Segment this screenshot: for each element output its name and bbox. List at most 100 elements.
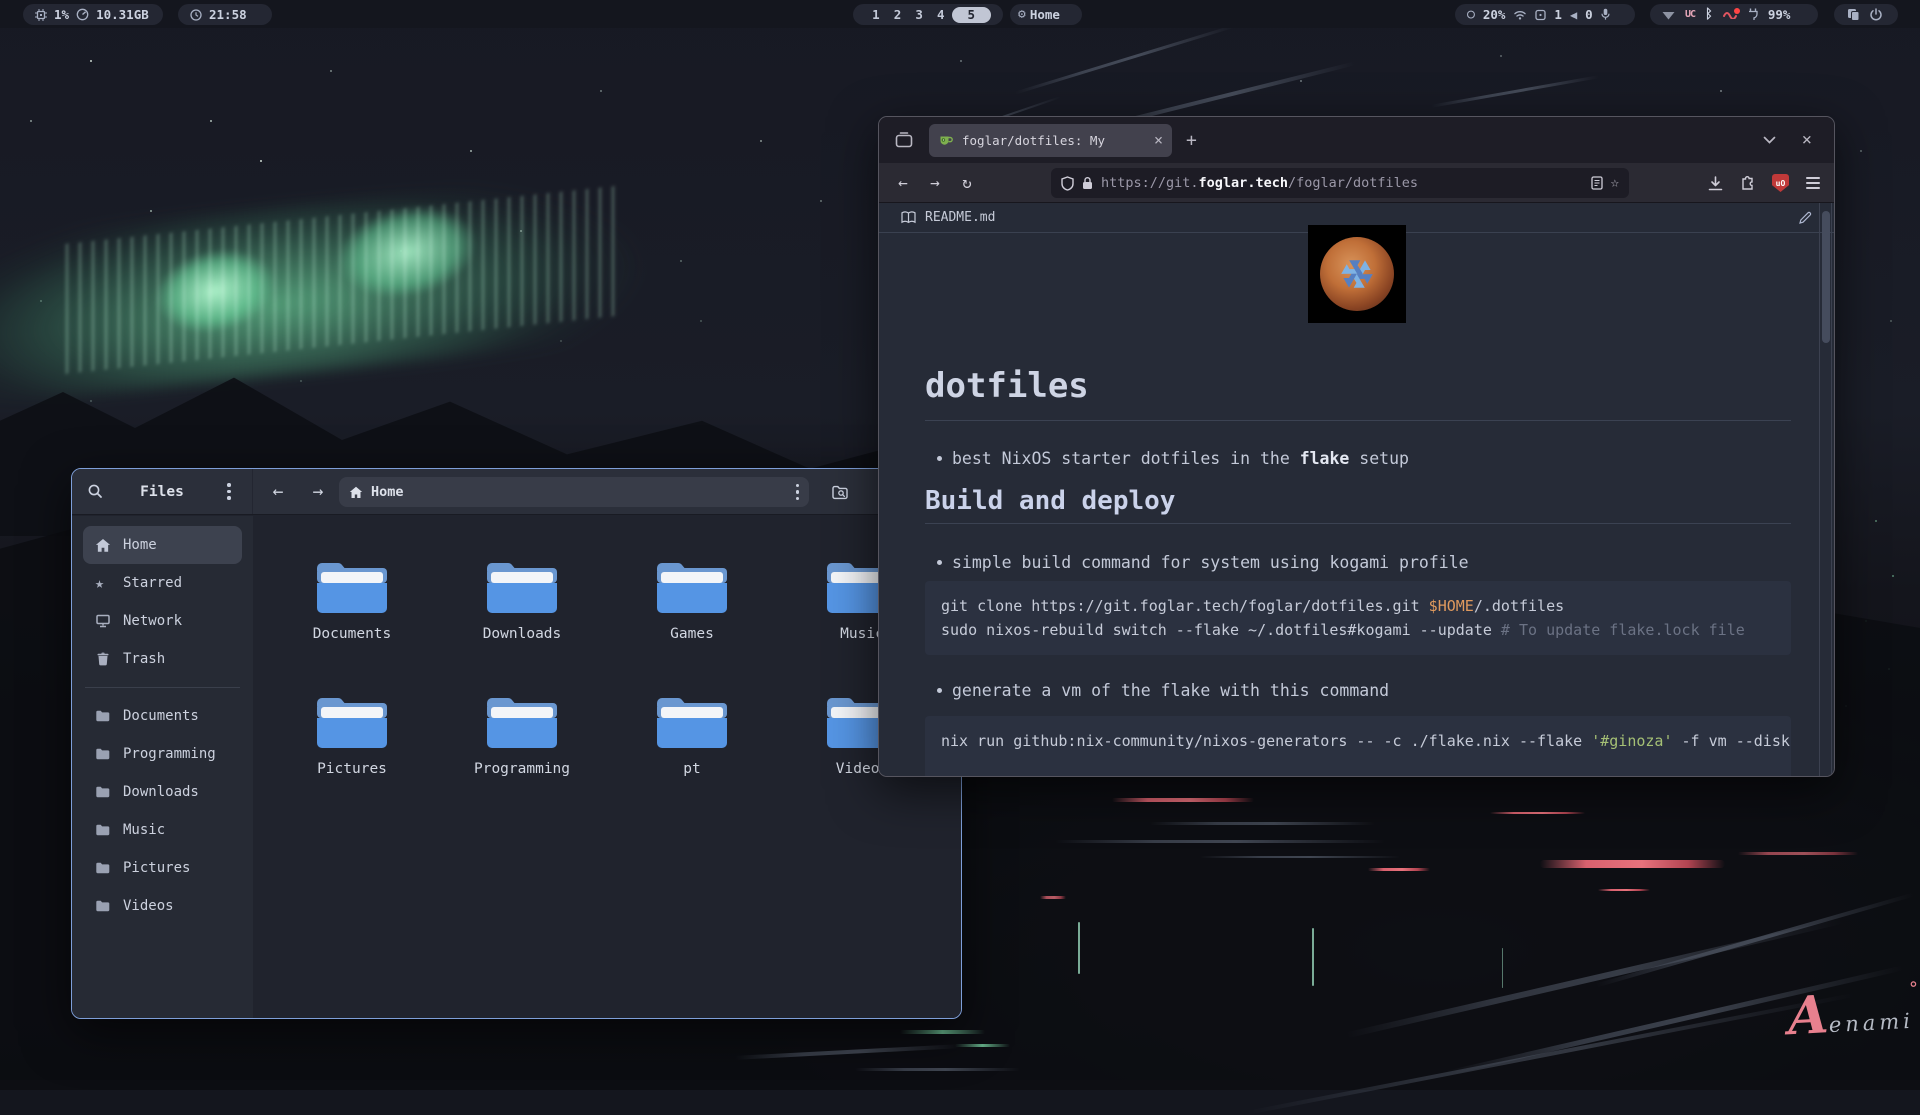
status-pill-left: ○ 20% 1 ◀ 0 [1455,4,1635,25]
green-dash [900,1030,985,1034]
sidebar-item-trash[interactable]: Trash [83,640,242,678]
power-icon[interactable] [1870,8,1882,21]
folder-programming[interactable]: Programming [447,691,597,777]
cpu-icon [35,9,47,21]
sidebar-item-pictures[interactable]: Pictures [83,849,242,887]
readme-filename: README.md [925,210,995,225]
reader-mode-icon[interactable] [1591,176,1603,190]
notification-icon[interactable] [1535,9,1546,21]
forward-button[interactable]: → [301,481,335,502]
microphone-icon[interactable] [1601,8,1610,21]
new-tab-button[interactable]: + [1186,130,1197,151]
glitch-streak [1200,856,1400,858]
volume-muted-icon[interactable]: ◀ [1570,8,1577,22]
folder-label: Games [617,626,767,642]
brightness-icon[interactable]: ○ [1467,7,1475,22]
shield-icon[interactable] [1061,176,1074,191]
search-button[interactable] [80,477,110,507]
bluetooth-icon[interactable]: ᛒ [1705,7,1713,22]
ublock-icon[interactable]: uO [1772,174,1789,192]
status-pill-right: UC ᛒ 99% [1650,4,1818,25]
files-content: Documents Downloads Games Music Pictures… [254,516,961,1018]
clipboard-copy-icon[interactable] [1847,8,1860,21]
bookmark-star-icon[interactable]: ☆ [1611,175,1619,191]
folder-label: pt [617,761,767,777]
sidebar-item-network[interactable]: Network [83,602,242,640]
status-bar: 1% 10.31GB 21:58 1 2 3 4 5 ⚙ Home ○ 20% … [0,0,1920,28]
firefox-view-icon[interactable] [895,132,913,148]
workspace-3[interactable]: 3 [908,7,930,22]
folder-pictures[interactable]: Pictures [277,691,427,777]
memory-gauge-icon [76,8,89,21]
nav-reload-button[interactable]: ↻ [951,173,983,192]
teal-dash [1078,922,1080,974]
readme-bullet-3: generate a vm of the flake with this com… [925,681,1791,700]
red-glitch [1598,889,1650,891]
sidebar-item-starred[interactable]: ★ Starred [83,564,242,602]
red-glitch [1040,896,1066,899]
red-glitch [1112,798,1254,802]
list-tabs-chevron-icon[interactable] [1763,136,1776,144]
downloads-icon[interactable] [1708,176,1723,191]
browser-tab-bar: foglar/dotfiles: My × + × [879,117,1834,163]
clock-pill[interactable]: 21:58 [178,4,272,25]
nav-forward-button[interactable]: → [919,173,951,192]
url-text: https://git.foglar.tech/foglar/dotfiles [1101,175,1583,191]
lock-icon[interactable] [1082,176,1093,190]
tab-title: foglar/dotfiles: My [962,133,1146,148]
sidebar-label: Downloads [123,784,199,800]
workspace-5-active[interactable]: 5 [952,7,991,23]
back-button[interactable]: ← [261,481,295,502]
readme-bullet-2: simple build command for system using ko… [925,553,1791,572]
window-close-icon[interactable]: × [1802,130,1812,150]
folder-games[interactable]: Games [617,556,767,642]
sidebar-label: Network [123,613,182,629]
sidebar-label: Videos [123,898,174,914]
browser-tab[interactable]: foglar/dotfiles: My × [929,124,1172,157]
code-block-vm[interactable]: nix run github:nix-community/nixos-gener… [925,716,1791,776]
uc-app-icon[interactable]: UC [1685,9,1695,20]
extensions-icon[interactable] [1740,176,1755,191]
workspace-2[interactable]: 2 [887,7,909,22]
gitea-page: README.md dotfiles [879,203,1834,776]
sidebar-item-videos[interactable]: Videos [83,887,242,925]
folder-downloads[interactable]: Downloads [447,556,597,642]
sidebar-menu-button[interactable] [214,477,244,507]
red-glitch [1490,812,1585,814]
url-domain: foglar.tech [1199,175,1288,191]
menu-icon[interactable] [1806,177,1820,188]
edit-pencil-icon[interactable] [1798,211,1812,225]
scrollbar[interactable] [1819,203,1832,776]
folder-pt[interactable]: pt [617,691,767,777]
clock-time: 21:58 [209,7,247,22]
readme-title: dotfiles [925,366,1791,421]
readme-bullet-1: best NixOS starter dotfiles in the flake… [925,449,1791,468]
glitch-streak [1150,822,1375,825]
sidebar-item-downloads[interactable]: Downloads [83,773,242,811]
wifi-icon[interactable] [1513,9,1527,20]
home-icon [349,486,363,499]
search-folder-button[interactable] [825,477,855,507]
workspace-4[interactable]: 4 [930,7,952,22]
url-bar[interactable]: https://git.foglar.tech/foglar/dotfiles … [1051,168,1629,198]
path-menu-button[interactable] [796,484,800,501]
tab-close-icon[interactable]: × [1154,131,1163,149]
sidebar-item-music[interactable]: Music [83,811,242,849]
folder-documents[interactable]: Documents [277,556,427,642]
nixos-logo [1308,225,1406,323]
nav-back-button[interactable]: ← [887,173,919,192]
system-stats-pill[interactable]: 1% 10.31GB [23,4,163,25]
sidebar-item-home[interactable]: Home [83,526,242,564]
sidebar-item-documents[interactable]: Documents [83,697,242,735]
workspace-1[interactable]: 1 [865,7,887,22]
sidebar-item-programming[interactable]: Programming [83,735,242,773]
wifi-filled-icon[interactable] [1662,10,1675,20]
code-block-build[interactable]: git clone https://git.foglar.tech/foglar… [925,581,1791,655]
workspace-switcher: 1 2 3 4 5 [853,4,1003,25]
scrollbar-thumb[interactable] [1822,211,1830,343]
vpn-wave-icon[interactable] [1723,11,1738,19]
red-glitch [1738,852,1858,855]
power-plug-icon [1748,8,1758,21]
signature-initial: A [1786,984,1829,1047]
path-bar[interactable]: Home [339,477,809,507]
